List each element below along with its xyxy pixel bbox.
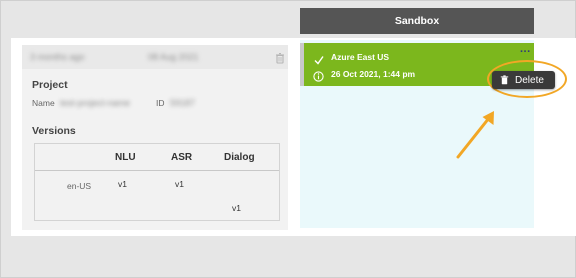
sandbox-column-header: Sandbox [300,8,534,34]
table-divider [35,170,279,171]
locale-cell: en-US [67,181,92,191]
more-options-icon[interactable]: ... [520,43,531,55]
checkmark-icon [314,52,324,70]
nlu-version-cell: v1 [118,179,127,189]
column-header-nlu: NLU [115,152,136,163]
versions-table: NLU ASR Dialog en-US v1 v1 v1 [34,143,280,221]
card-left-edge [300,43,304,86]
project-card: 3 months ago 08 Aug 2021 Project Name te… [22,45,288,230]
asr-version-cell: v1 [175,179,184,189]
id-label: ID [156,98,165,108]
delete-menu-item[interactable]: Delete [492,71,555,89]
dialog-version-cell: v1 [232,203,241,213]
trash-icon [500,75,509,85]
versions-heading: Versions [32,125,76,137]
created-relative-time: 3 months ago [30,52,85,62]
delete-label: Delete [515,74,544,86]
project-id-value: 59187 [170,98,196,108]
project-heading: Project [32,79,68,91]
column-header-asr: ASR [171,152,193,163]
deployment-datetime: 26 Oct 2021, 1:44 pm [331,69,416,79]
project-card-header: 3 months ago 08 Aug 2021 [22,45,288,69]
deployment-region: Azure East US [331,52,390,62]
trash-icon[interactable] [274,51,286,64]
project-name-value: test-project-name [60,98,131,108]
name-label: Name [32,98,55,108]
callout-arrow-icon [456,111,494,159]
info-icon [313,69,324,87]
created-date: 08 Aug 2021 [148,52,199,62]
column-header-dialog: Dialog [224,152,255,163]
